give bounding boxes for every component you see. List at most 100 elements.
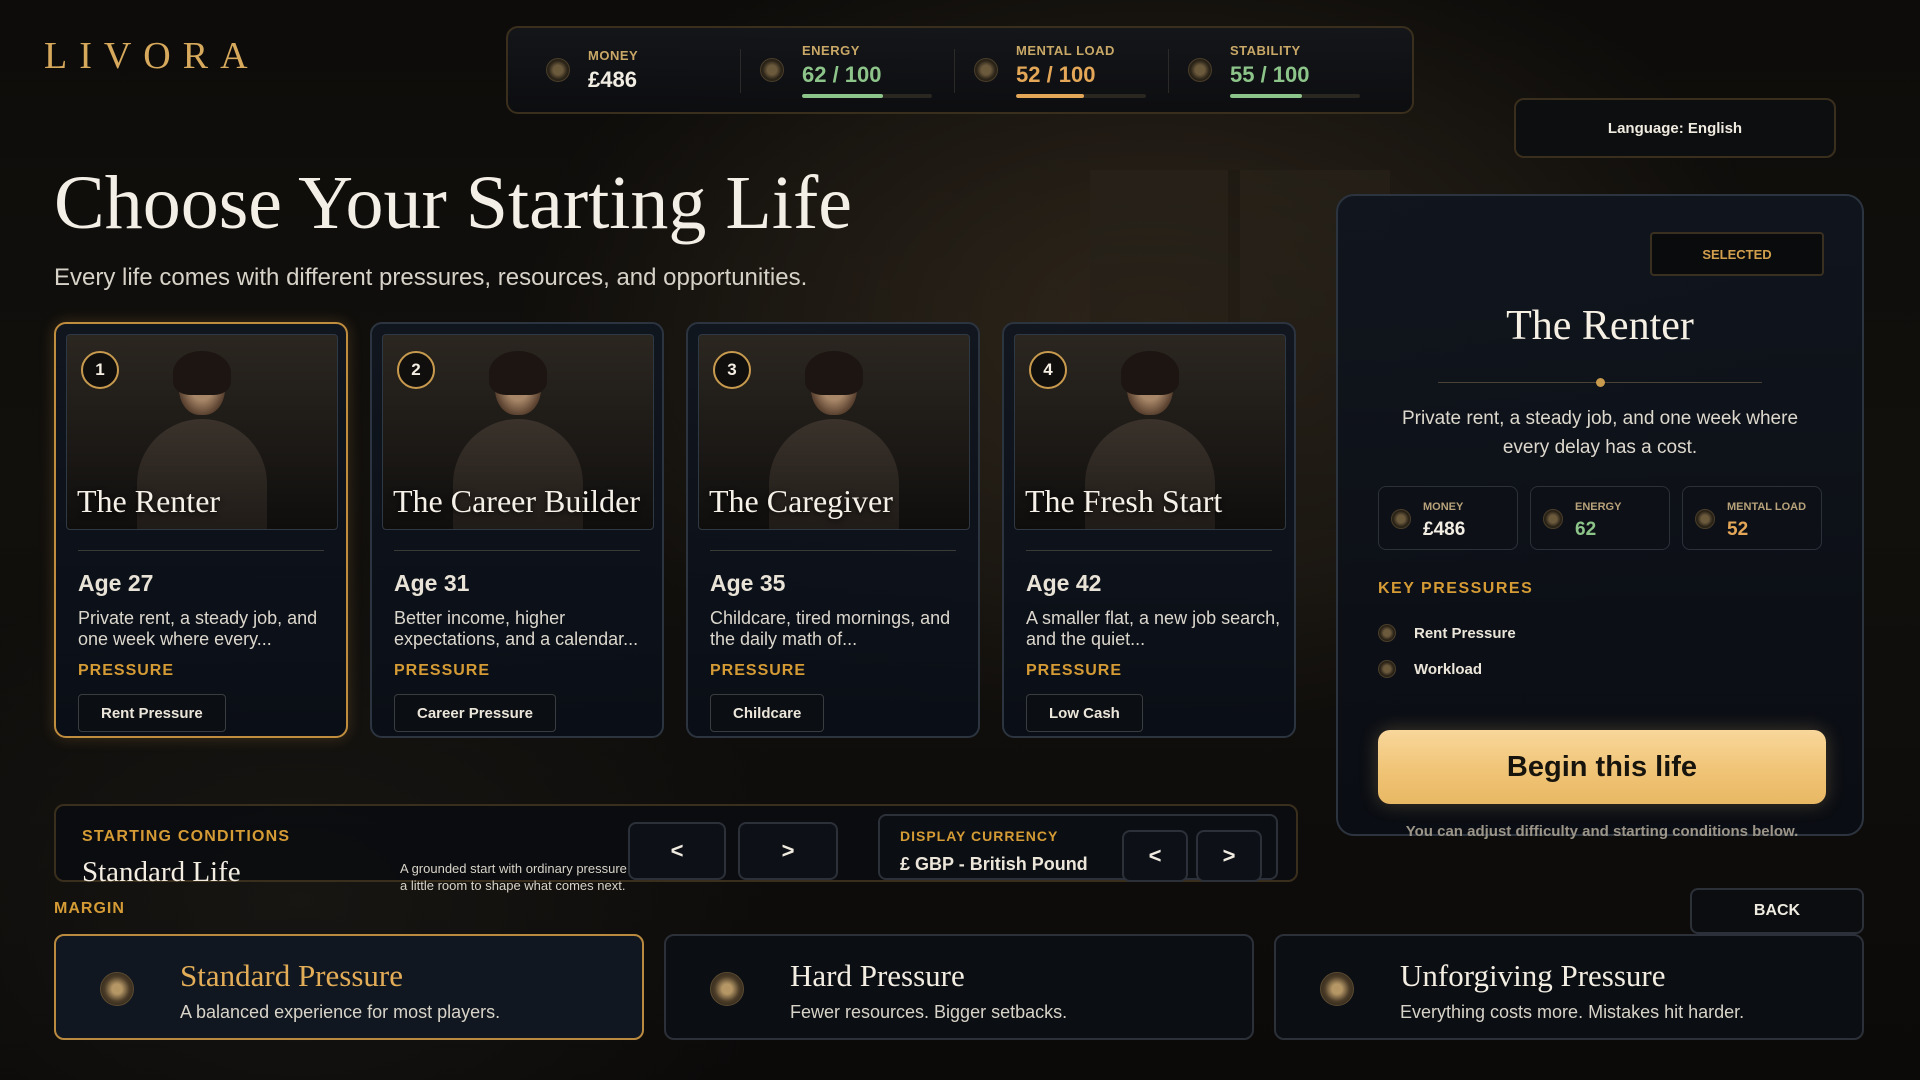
character-card-renter[interactable]: 1 The Renter Age 27 Private rent, a stea… bbox=[54, 322, 348, 738]
stats-bar: MONEY £486 ENERGY 62 / 100 MENTAL LOAD 5… bbox=[506, 26, 1414, 114]
selected-badge: SELECTED bbox=[1650, 232, 1824, 276]
stat-label: MONEY bbox=[1423, 501, 1464, 513]
stat-value: 52 / 100 bbox=[1016, 61, 1096, 87]
character-card-fresh-start[interactable]: 4 The Fresh Start Age 42 A smaller flat,… bbox=[1002, 322, 1296, 738]
key-pressure-item: Rent Pressure bbox=[1378, 624, 1516, 642]
difficulty-description: A balanced experience for most players. bbox=[180, 1002, 501, 1022]
difficulty-description: Everything costs more. Mistakes hit hard… bbox=[1400, 1002, 1745, 1022]
panel-stat-energy: ENERGY 62 bbox=[1530, 486, 1670, 550]
card-age: Age 35 bbox=[710, 570, 786, 596]
stat-label: ENERGY bbox=[1575, 501, 1622, 513]
pressure-tag: Childcare bbox=[710, 694, 825, 732]
key-pressure-item: Workload bbox=[1378, 660, 1482, 678]
stat-label: STABILITY bbox=[1230, 42, 1301, 58]
portrait-image: 2 The Career Builder bbox=[382, 334, 654, 530]
portrait-image: 4 The Fresh Start bbox=[1014, 334, 1286, 530]
currency-label: DISPLAY CURRENCY bbox=[900, 828, 1059, 844]
brain-icon bbox=[1695, 509, 1715, 529]
language-button[interactable]: Language: English bbox=[1514, 98, 1836, 158]
pressure-label: PRESSURE bbox=[394, 662, 491, 679]
difficulty-hard[interactable]: Hard Pressure Fewer resources. Bigger se… bbox=[664, 934, 1254, 1040]
coin-icon bbox=[1391, 509, 1411, 529]
difficulty-standard[interactable]: Standard Pressure A balanced experience … bbox=[54, 934, 644, 1040]
card-description: A smaller flat, a new job search, and th… bbox=[1026, 608, 1281, 649]
difficulty-name: Standard Pressure bbox=[180, 958, 403, 993]
panel-note: You can adjust difficulty and starting c… bbox=[1405, 823, 1799, 840]
stat-value: 55 / 100 bbox=[1230, 61, 1310, 87]
stat-value: £486 bbox=[1423, 519, 1466, 540]
stat-value: 52 bbox=[1727, 519, 1749, 540]
card-number: 4 bbox=[1029, 351, 1067, 389]
difficulty-description: Fewer resources. Bigger setbacks. bbox=[790, 1002, 1068, 1022]
stat-label: MENTAL LOAD bbox=[1016, 42, 1115, 58]
currency-next-button[interactable]: > bbox=[1196, 830, 1262, 882]
stat-energy: ENERGY 62 / 100 bbox=[740, 42, 960, 98]
starting-conditions-label: STARTING CONDITIONS bbox=[82, 828, 291, 845]
stat-label: MONEY bbox=[588, 47, 639, 63]
back-button[interactable]: BACK bbox=[1690, 888, 1864, 934]
energy-meter bbox=[802, 93, 932, 98]
page-subtitle: Every life comes with different pressure… bbox=[54, 264, 808, 291]
divider bbox=[710, 550, 956, 551]
starting-conditions-description: A grounded start with ordinary pressure … bbox=[400, 861, 653, 893]
panel-stat-money: MONEY £486 bbox=[1378, 486, 1518, 550]
stat-label: ENERGY bbox=[802, 42, 860, 58]
character-card-caregiver[interactable]: 3 The Caregiver Age 35 Childcare, tired … bbox=[686, 322, 980, 738]
stability-meter bbox=[1230, 93, 1360, 98]
card-number: 2 bbox=[397, 351, 435, 389]
difficulty-unforgiving[interactable]: Unforgiving Pressure Everything costs mo… bbox=[1274, 934, 1864, 1040]
coin-icon bbox=[546, 58, 570, 82]
currency-value: £ GBP - British Pound bbox=[900, 854, 1088, 874]
conditions-prev-button[interactable]: < bbox=[628, 822, 726, 880]
stat-mental-load: MENTAL LOAD 52 / 100 bbox=[954, 42, 1174, 98]
card-description: Childcare, tired mornings, and the daily… bbox=[710, 608, 951, 649]
currency-prev-button[interactable]: < bbox=[1122, 830, 1188, 882]
house-icon bbox=[1188, 58, 1212, 82]
energy-icon bbox=[1543, 509, 1563, 529]
stat-value: £486 bbox=[588, 66, 637, 92]
card-number: 1 bbox=[81, 351, 119, 389]
starting-conditions-value: Standard Life bbox=[82, 856, 241, 888]
difficulty-name: Unforgiving Pressure bbox=[1400, 958, 1666, 993]
energy-icon bbox=[760, 58, 784, 82]
pressure-label: PRESSURE bbox=[710, 662, 807, 679]
key-pressure-label: Workload bbox=[1414, 660, 1483, 678]
app-logo: LIVORA bbox=[44, 35, 260, 77]
key-pressure-label: Rent Pressure bbox=[1414, 624, 1516, 642]
card-name: The Caregiver bbox=[709, 483, 893, 519]
card-description: Private rent, a steady job, and one week… bbox=[78, 608, 318, 649]
difficulty-name: Hard Pressure bbox=[790, 958, 965, 993]
flame-icon bbox=[710, 972, 744, 1006]
mental-load-meter bbox=[1016, 93, 1146, 98]
conditions-next-button[interactable]: > bbox=[738, 822, 838, 880]
stat-stability: STABILITY 55 / 100 bbox=[1168, 42, 1388, 98]
character-card-career-builder[interactable]: 2 The Career Builder Age 31 Better incom… bbox=[370, 322, 664, 738]
selected-life-panel: SELECTED The Renter Private rent, a stea… bbox=[1336, 194, 1864, 836]
stat-label: MENTAL LOAD bbox=[1727, 501, 1807, 513]
card-age: Age 42 bbox=[1026, 570, 1102, 596]
briefcase-icon bbox=[1378, 660, 1396, 678]
margin-label: MARGIN bbox=[54, 900, 125, 917]
stat-value: 62 / 100 bbox=[802, 61, 882, 87]
begin-life-button[interactable]: Begin this life bbox=[1378, 730, 1826, 804]
skull-icon bbox=[1320, 972, 1354, 1006]
panel-stats: MONEY £486 ENERGY 62 MENTAL LOAD 52 bbox=[1378, 486, 1822, 550]
panel-stat-mental-load: MENTAL LOAD 52 bbox=[1682, 486, 1822, 550]
pressure-label: PRESSURE bbox=[1026, 662, 1123, 679]
ornament-divider bbox=[1438, 378, 1762, 387]
pressure-tag: Career Pressure bbox=[394, 694, 556, 732]
shield-icon bbox=[100, 972, 134, 1006]
stat-money: MONEY £486 bbox=[532, 48, 746, 93]
stat-value: 62 bbox=[1575, 519, 1597, 540]
key-pressures-title: KEY PRESSURES bbox=[1378, 580, 1534, 597]
divider bbox=[78, 550, 324, 551]
card-name: The Fresh Start bbox=[1025, 483, 1223, 519]
divider bbox=[394, 550, 640, 551]
panel-title: The Renter bbox=[1506, 303, 1694, 349]
portrait-image: 3 The Caregiver bbox=[698, 334, 970, 530]
divider bbox=[1026, 550, 1272, 551]
house-icon bbox=[1378, 624, 1396, 642]
pressure-tag: Low Cash bbox=[1026, 694, 1143, 732]
card-number: 3 bbox=[713, 351, 751, 389]
pressure-label: PRESSURE bbox=[78, 662, 175, 679]
